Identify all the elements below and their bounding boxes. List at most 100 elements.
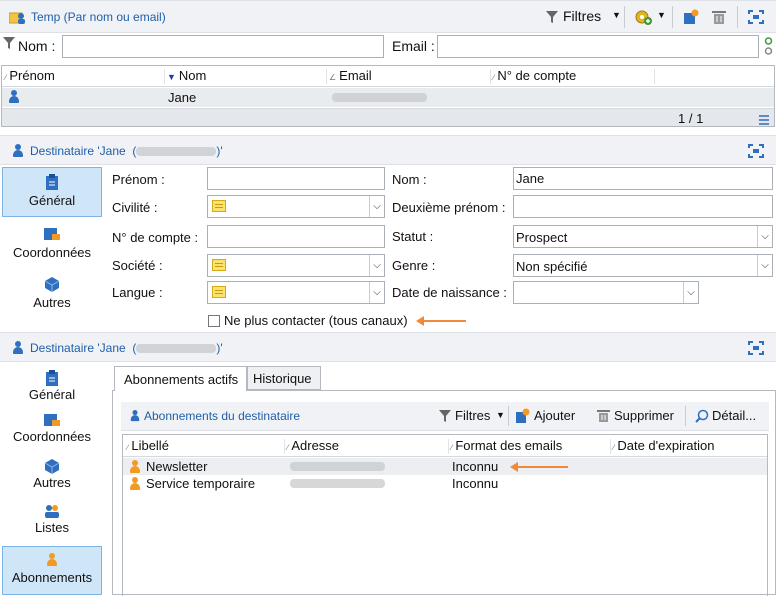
nav-label: Général bbox=[28, 193, 76, 208]
col-header-nom[interactable]: ▼ Nom bbox=[167, 66, 206, 86]
langue-select[interactable]: ⌵ bbox=[207, 281, 385, 304]
separator bbox=[624, 6, 625, 28]
nav-abonnements[interactable]: Abonnements bbox=[2, 546, 102, 595]
col-header-compte[interactable]: ∕ N° de compte bbox=[493, 66, 576, 86]
chevron-down-icon[interactable]: ⌵ bbox=[757, 226, 772, 247]
chevron-down-icon[interactable]: ⌵ bbox=[369, 196, 384, 217]
table-row[interactable]: Jane bbox=[2, 88, 774, 107]
maximize-icon[interactable] bbox=[748, 144, 764, 161]
chevron-down-icon[interactable]: ▼ bbox=[612, 10, 621, 20]
filters-button[interactable]: Filtres bbox=[563, 8, 601, 24]
filter-icon[interactable] bbox=[546, 10, 558, 27]
filter-icon bbox=[3, 36, 15, 53]
nom-input[interactable]: Jane bbox=[513, 167, 773, 190]
nav-listes[interactable]: Listes bbox=[2, 502, 102, 542]
nav-autres[interactable]: Autres bbox=[2, 274, 102, 322]
tab-abonnements-actifs[interactable]: Abonnements actifs bbox=[114, 366, 247, 391]
cube-icon bbox=[44, 458, 60, 474]
nom-label: Nom : bbox=[392, 172, 427, 187]
nav-label: Listes bbox=[35, 520, 69, 535]
naissance-label: Date de naissance : bbox=[392, 285, 507, 300]
chevron-down-icon[interactable]: ⌵ bbox=[369, 255, 384, 276]
chevron-down-icon[interactable]: ▼ bbox=[496, 410, 505, 420]
langue-label: Langue : bbox=[112, 285, 163, 300]
add-button[interactable]: Ajouter bbox=[534, 405, 575, 427]
trash-icon[interactable] bbox=[597, 408, 610, 426]
separator bbox=[737, 6, 738, 28]
subscription-icon bbox=[129, 477, 141, 491]
person-icon bbox=[130, 410, 140, 422]
nav-coordonnees[interactable]: Coordonnées bbox=[2, 410, 102, 450]
nav-label: Autres bbox=[33, 295, 71, 310]
recipient-header: Destinataire 'Jane ()' bbox=[0, 332, 776, 362]
civilite-select[interactable]: ⌵ bbox=[207, 195, 385, 218]
detail-button[interactable]: Détail... bbox=[712, 405, 756, 427]
separator bbox=[490, 69, 491, 84]
prenom-label: Prénom : bbox=[112, 172, 165, 187]
tab-historique[interactable]: Historique bbox=[247, 366, 321, 390]
pagination-bar: 1 / 1 bbox=[2, 108, 774, 126]
col-header-expiration[interactable]: ∕ Date d'expiration bbox=[613, 436, 715, 456]
separator bbox=[685, 406, 686, 426]
separator bbox=[610, 439, 611, 454]
prenom-input[interactable] bbox=[207, 167, 385, 190]
maximize-icon[interactable] bbox=[748, 341, 764, 358]
societe-select[interactable]: ⌵ bbox=[207, 254, 385, 277]
folder-people-icon bbox=[8, 10, 25, 24]
list-header: ∕ Prénom ▼ Nom ∠ Email ∕ N° de compte bbox=[2, 66, 774, 87]
email-search-input[interactable] bbox=[437, 35, 759, 58]
col-header-libelle[interactable]: ∕ Libellé bbox=[127, 436, 169, 456]
cell-adresse bbox=[290, 479, 385, 488]
chevron-down-icon[interactable]: ▼ bbox=[657, 10, 666, 20]
col-header-email[interactable]: ∠ Email bbox=[329, 66, 372, 86]
genre-select[interactable]: Non spécifié ⌵ bbox=[513, 254, 773, 277]
blurred-email bbox=[136, 147, 217, 157]
gear-add-icon[interactable] bbox=[634, 8, 652, 29]
subscription-icon bbox=[44, 552, 60, 568]
recipient-title: Destinataire 'Jane ()' bbox=[30, 144, 223, 158]
person-icon bbox=[12, 341, 24, 355]
chevron-down-icon[interactable]: ⌵ bbox=[757, 255, 772, 276]
table-row[interactable]: Service temporaire Inconnu bbox=[123, 475, 767, 492]
general-form: Prénom : Nom : Jane Civilité : ⌵ Deuxièm… bbox=[103, 165, 776, 330]
no-contact-checkbox[interactable] bbox=[208, 315, 220, 327]
list-title[interactable]: Temp (Par nom ou email) bbox=[31, 10, 166, 24]
nav-general[interactable]: Général bbox=[2, 167, 102, 217]
email-search-label: Email : bbox=[392, 38, 435, 54]
naissance-date-input[interactable]: ⌵ bbox=[513, 281, 699, 304]
clipboard-icon bbox=[44, 370, 60, 386]
statut-select[interactable]: Prospect ⌵ bbox=[513, 225, 773, 248]
nav-coordonnees[interactable]: Coordonnées bbox=[2, 222, 102, 270]
chevron-down-icon[interactable]: ⌵ bbox=[683, 282, 698, 303]
civilite-label: Civilité : bbox=[112, 200, 158, 215]
refresh-icon[interactable] bbox=[764, 37, 773, 60]
trash-icon[interactable] bbox=[712, 9, 726, 28]
filters-button[interactable]: Filtres bbox=[455, 405, 490, 427]
compte-input[interactable] bbox=[207, 225, 385, 248]
societe-label: Société : bbox=[112, 258, 163, 273]
col-header-adresse[interactable]: ∕ Adresse bbox=[287, 436, 339, 456]
nav-autres[interactable]: Autres bbox=[2, 457, 102, 497]
magnifier-icon[interactable] bbox=[695, 409, 709, 426]
table-row[interactable]: Newsletter Inconnu bbox=[123, 458, 767, 475]
list-menu-icon[interactable] bbox=[759, 113, 769, 128]
add-subscription-icon[interactable] bbox=[516, 408, 530, 427]
contact-card-icon bbox=[44, 226, 60, 242]
cell-libelle: Newsletter bbox=[146, 459, 208, 474]
nav-general[interactable]: Général bbox=[2, 367, 102, 407]
separator bbox=[326, 69, 327, 84]
filter-icon[interactable] bbox=[439, 409, 451, 426]
highlight-arrow bbox=[510, 462, 568, 472]
delete-button[interactable]: Supprimer bbox=[614, 405, 674, 427]
maximize-icon[interactable] bbox=[748, 10, 764, 27]
nom-search-input[interactable] bbox=[62, 35, 384, 58]
pagination-text: 1 / 1 bbox=[678, 111, 704, 126]
col-header-prenom[interactable]: ∕ Prénom bbox=[5, 66, 55, 86]
nav-label: Coordonnées bbox=[12, 245, 92, 260]
statut-label: Statut : bbox=[392, 229, 434, 244]
new-recipient-icon[interactable] bbox=[683, 9, 699, 28]
chevron-down-icon[interactable]: ⌵ bbox=[369, 282, 384, 303]
deuxieme-prenom-input[interactable] bbox=[513, 195, 773, 218]
nav-label: Autres bbox=[33, 475, 71, 490]
col-header-format[interactable]: ∕ Format des emails bbox=[451, 436, 562, 456]
